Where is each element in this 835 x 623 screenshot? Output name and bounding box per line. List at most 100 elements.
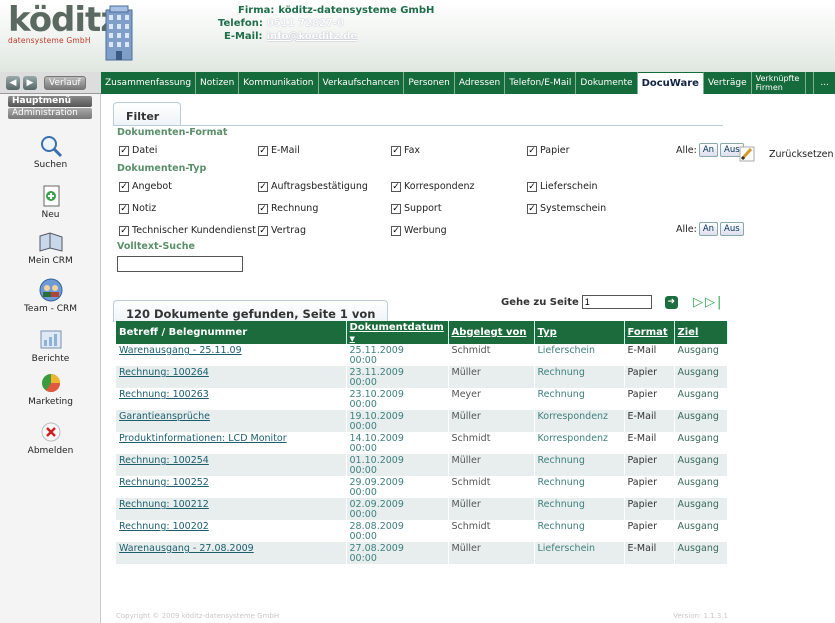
cell-abgelegt-von: Schmidt [448, 344, 535, 366]
cell-date: 23.11.2009 00:00 [346, 366, 449, 388]
column-abgelegt-von[interactable]: Abgelegt von [448, 321, 535, 344]
cell-typ: Rechnung [534, 388, 625, 410]
column-betreff[interactable]: Betreff / Belegnummer [116, 321, 347, 344]
cell-abgelegt-von: Müller [448, 410, 535, 432]
go-arrow-icon[interactable]: ➜ [664, 295, 678, 309]
tab-telefon-email[interactable]: Telefon/E-Mail [505, 72, 577, 94]
table-row[interactable]: Garantieansprüche 19.10.2009 00:00 Müller Ko… [116, 410, 728, 432]
subject-link[interactable]: Rechnung: 100202 [119, 521, 209, 532]
subject-link[interactable]: Rechnung: 100252 [119, 477, 209, 488]
tab-personen[interactable]: Personen [404, 72, 455, 94]
checkbox-rechnung[interactable]: ✓ Rechnung [258, 203, 318, 214]
sidebar-item-marketing[interactable]: Marketing [0, 371, 101, 407]
table-row[interactable]: Rechnung: 100254 01.10.2009 00:00 Müller Rec… [116, 454, 728, 476]
filter-tab[interactable]: Filter [113, 102, 181, 126]
checkbox-angebot[interactable]: ✓ Angebot [119, 181, 172, 192]
subject-link[interactable]: Rechnung: 100264 [119, 367, 209, 378]
hauptmenu-header[interactable]: Hauptmenü [8, 96, 92, 107]
sidebar-item-berichte[interactable]: Berichte [0, 328, 101, 364]
checkbox-support[interactable]: ✓ Support [391, 203, 442, 214]
tab-dokumente[interactable]: Dokumente [576, 72, 638, 94]
table-row[interactable]: Rechnung: 100212 02.09.2009 00:00 Müller Rec… [116, 498, 728, 520]
verlauf-button[interactable]: Verlauf [44, 75, 86, 90]
checkbox-systemschein[interactable]: ✓ Systemschein [527, 203, 606, 214]
table-row[interactable]: Rechnung: 100264 23.11.2009 00:00 Müller Rec… [116, 366, 728, 388]
cell-typ: Korrespondenz [534, 410, 625, 432]
arrow-right-icon[interactable]: ▶ [23, 75, 37, 90]
checkbox-werbung[interactable]: ✓ Werbung [391, 225, 447, 236]
checkbox-vertrag[interactable]: ✓ Vertrag [258, 225, 306, 236]
sidebar-item-abmelden[interactable]: Abmelden [0, 420, 101, 456]
sort-down-icon: ▼ [349, 334, 355, 343]
logout-icon [41, 422, 60, 442]
cell-abgelegt-von: Schmidt [448, 520, 535, 542]
tab-vertraege[interactable]: Verträge [704, 72, 752, 94]
sidebar-item-suchen[interactable]: Suchen [0, 134, 101, 170]
cell-date: 27.08.2009 00:00 [346, 542, 449, 564]
cell-abgelegt-von: Müller [448, 542, 535, 564]
checkbox-datei[interactable]: ✓ Datei [119, 145, 157, 156]
tab-more[interactable]: ... [813, 72, 835, 94]
typ-all-on-button[interactable]: An [698, 222, 719, 236]
column-dokumentdatum[interactable]: Dokumentdatum ▼ [346, 321, 449, 344]
cell-format: E-Mail [624, 432, 675, 454]
tab-docuware[interactable]: DocuWare [637, 72, 704, 94]
cell-typ: Korrespondenz [534, 432, 625, 454]
checkbox-email[interactable]: ✓ E-Mail [258, 145, 300, 156]
table-row[interactable]: Rechnung: 100263 23.10.2009 00:00 Meyer Rech… [116, 388, 728, 410]
sidebar-item-team-crm[interactable]: Team - CRM [0, 278, 101, 314]
table-row[interactable]: Produktinformationen: LCD Monitor 14.10.2… [116, 432, 728, 454]
typ-all-off-button[interactable]: Aus [720, 222, 744, 236]
table-row[interactable]: Warenausgang - 25.11.09 25.11.2009 00:00 Sc… [116, 344, 728, 366]
checkbox-fax[interactable]: ✓ Fax [391, 145, 420, 156]
tab-adressen[interactable]: Adressen [455, 72, 506, 94]
results-panel: 120 Dokumente gefunden, Seite 1 von 12 G… [113, 292, 731, 610]
tab-verknuepfte-firmen[interactable]: Verknüpfte Firmen [752, 72, 806, 94]
checkbox-notiz[interactable]: ✓ Notiz [119, 203, 156, 214]
checkbox-papier[interactable]: ✓ Papier [527, 145, 570, 156]
tab-zusammenfassung[interactable]: Zusammenfassung [101, 72, 197, 94]
goto-page: Gehe zu Seite ➜ [501, 295, 678, 309]
firma-label: Firma: [238, 5, 275, 16]
sidebar-item-label: Team - CRM [23, 304, 78, 314]
administration-header[interactable]: Administration [8, 108, 92, 119]
checkbox-technischer-kundendienst[interactable]: ✓ Technischer Kundendienst [119, 225, 256, 236]
table-row[interactable]: Rechnung: 100202 28.08.2009 00:00 Schmidt Re… [116, 520, 728, 542]
cell-date: 02.09.2009 00:00 [346, 498, 449, 520]
subject-link[interactable]: Rechnung: 100254 [119, 455, 209, 466]
next-page-icon[interactable]: ▷ [693, 295, 705, 310]
cell-typ: Rechnung [534, 454, 625, 476]
subject-link[interactable]: Produktinformationen: LCD Monitor [119, 433, 287, 444]
checkbox-korrespondenz[interactable]: ✓ Korrespondenz [391, 181, 475, 192]
checkbox-auftragsbestaetigung[interactable]: ✓ Auftragsbestätigung [258, 181, 368, 192]
reset-button[interactable]: Zurücksetzen [739, 146, 834, 162]
cell-subject: Warenausgang - 25.11.09 [116, 344, 347, 366]
tab-kommunikation[interactable]: Kommunikation [239, 72, 319, 94]
tab-verkaufschancen[interactable]: Verkaufschancen [319, 72, 405, 94]
sidebar-item-neu[interactable]: Neu [0, 184, 101, 220]
subject-link[interactable]: Rechnung: 100212 [119, 499, 209, 510]
email-link[interactable]: info@koeditz.de [267, 30, 358, 43]
building-icon [105, 5, 133, 61]
sidebar: Hauptmenü Administration Suchen Neu Mein… [0, 94, 101, 623]
subject-link[interactable]: Warenausgang - 25.11.09 [119, 345, 242, 356]
subject-link[interactable]: Garantieansprüche [119, 411, 210, 422]
table-row[interactable]: Warenausgang - 27.08.2009 27.08.2009 00:00… [116, 542, 728, 564]
subject-link[interactable]: Warenausgang - 27.08.2009 [119, 543, 254, 554]
arrow-left-icon[interactable]: ◀ [6, 75, 20, 90]
goto-page-input[interactable] [581, 295, 652, 309]
column-typ[interactable]: Typ [534, 321, 625, 344]
history-controls: ◀ ▶ Verlauf [0, 72, 101, 94]
crm-icon [39, 232, 62, 252]
column-format[interactable]: Format [624, 321, 675, 344]
last-page-icon[interactable]: ▷| [705, 295, 723, 310]
table-row[interactable]: Rechnung: 100252 29.09.2009 00:00 Schmidt Re… [116, 476, 728, 498]
subject-link[interactable]: Rechnung: 100263 [119, 389, 209, 400]
column-ziel[interactable]: Ziel [674, 321, 728, 344]
format-all-on-button[interactable]: An [698, 143, 719, 157]
sidebar-item-mein-crm[interactable]: Mein CRM [0, 230, 101, 266]
fulltext-input[interactable] [117, 256, 243, 272]
tab-notizen[interactable]: Notizen [196, 72, 240, 94]
app-root: köditz datensysteme GmbH Firma: köditz-da… [0, 0, 835, 623]
checkbox-lieferschein[interactable]: ✓ Lieferschein [527, 181, 598, 192]
